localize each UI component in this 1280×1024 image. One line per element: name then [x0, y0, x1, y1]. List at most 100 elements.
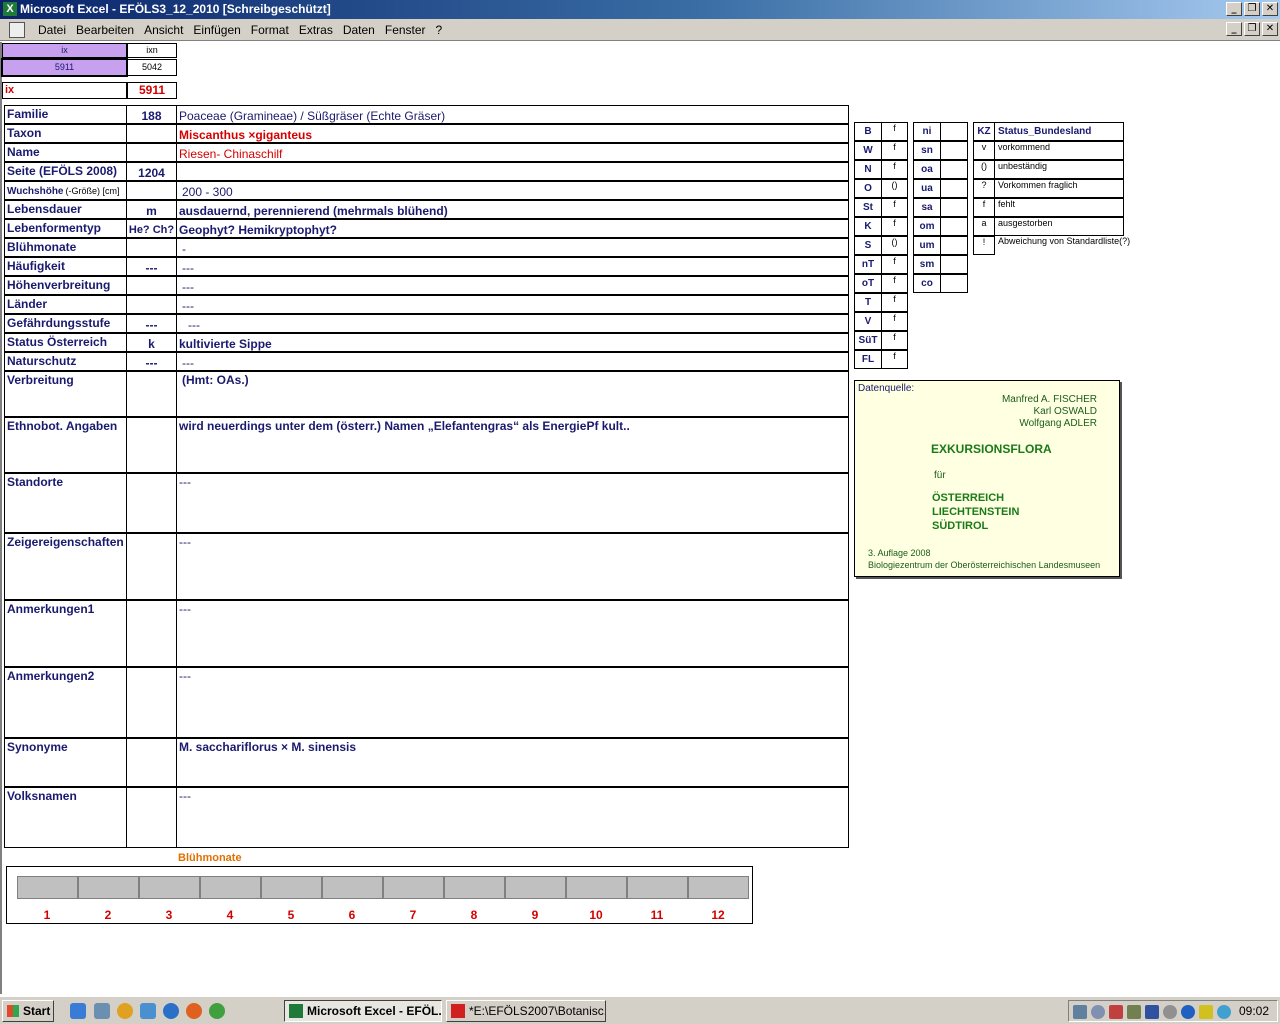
row-code[interactable]	[127, 667, 177, 738]
row-code[interactable]: 1204	[127, 162, 177, 181]
row-code[interactable]	[127, 276, 177, 295]
tray-search-icon[interactable]	[1091, 1005, 1105, 1019]
tray-app-icon[interactable]	[1109, 1005, 1123, 1019]
row-value[interactable]: ---	[177, 314, 849, 333]
row-value[interactable]: Riesen- Chinaschilf	[177, 143, 849, 162]
row-value[interactable]: 200 - 300	[177, 181, 849, 200]
region-status[interactable]: f	[881, 350, 908, 369]
region-status[interactable]: f	[881, 255, 908, 274]
taskbar-item-excel[interactable]: Microsoft Excel - EFÖL...	[284, 1000, 442, 1022]
row-code[interactable]: ---	[127, 314, 177, 333]
start-button[interactable]: Start	[2, 1000, 54, 1022]
region-status[interactable]: f	[881, 274, 908, 293]
workbook-close-button[interactable]: ✕	[1262, 22, 1278, 36]
region-status[interactable]	[940, 217, 968, 236]
menu-item-0[interactable]: Datei	[33, 23, 71, 37]
close-button[interactable]: ✕	[1262, 2, 1278, 16]
tray-info-icon[interactable]	[1181, 1005, 1195, 1019]
minimize-button[interactable]: _	[1226, 2, 1242, 16]
menu-item-6[interactable]: Daten	[338, 23, 380, 37]
tray-network-icon[interactable]	[1073, 1005, 1087, 1019]
quicklaunch-media-icon[interactable]	[117, 1003, 133, 1019]
maximize-button[interactable]: ❐	[1244, 2, 1260, 16]
region-status[interactable]: f	[881, 160, 908, 179]
row-value[interactable]: ---	[177, 295, 849, 314]
row-value[interactable]: ---	[177, 473, 849, 533]
row-value[interactable]: (Hmt: OAs.)	[177, 371, 849, 417]
row-value[interactable]: Geophyt? Hemikryptophyt?	[177, 219, 849, 238]
row-code[interactable]	[127, 238, 177, 257]
row-code[interactable]	[127, 295, 177, 314]
row-value[interactable]	[177, 162, 849, 181]
menu-item-7[interactable]: Fenster	[380, 23, 431, 37]
row-code[interactable]	[127, 124, 177, 143]
row-code[interactable]: k	[127, 333, 177, 352]
row-code[interactable]	[127, 787, 177, 848]
row-value[interactable]: Miscanthus ×giganteus	[177, 124, 849, 143]
menu-item-1[interactable]: Bearbeiten	[71, 23, 139, 37]
tray-shield-icon[interactable]	[1145, 1005, 1159, 1019]
region-status[interactable]: f	[881, 331, 908, 350]
menu-item-3[interactable]: Einfügen	[188, 23, 245, 37]
row-value[interactable]: -	[177, 238, 849, 257]
row-code[interactable]	[127, 533, 177, 600]
row-value[interactable]: ---	[177, 257, 849, 276]
region-status[interactable]: f	[881, 122, 908, 141]
menu-item-8[interactable]: ?	[431, 23, 448, 37]
row-value[interactable]: ---	[177, 667, 849, 738]
region-status[interactable]: f	[881, 312, 908, 331]
row-code[interactable]	[127, 417, 177, 473]
worksheet[interactable]: ix ixn 5911 5042 ix 5911 Familie 188 Poace…	[0, 42, 1280, 994]
row-code[interactable]: 188	[127, 105, 177, 124]
menu-item-4[interactable]: Format	[246, 23, 294, 37]
row-value[interactable]: ausdauernd, perennierend (mehrmals blühe…	[177, 200, 849, 219]
quicklaunch-desktop-icon[interactable]	[94, 1003, 110, 1019]
region-status[interactable]: f	[881, 198, 908, 217]
row-value[interactable]: ---	[177, 352, 849, 371]
row-value[interactable]: ---	[177, 787, 849, 848]
tray-update-icon[interactable]	[1217, 1005, 1231, 1019]
row-value[interactable]: Poaceae (Gramineae) / Süßgräser (Echte G…	[177, 105, 849, 124]
region-status[interactable]	[940, 179, 968, 198]
row-code[interactable]: m	[127, 200, 177, 219]
tray-tool-icon[interactable]	[1127, 1005, 1141, 1019]
row-code[interactable]	[127, 371, 177, 417]
workbook-minimize-button[interactable]: _	[1226, 22, 1242, 36]
workbook-restore-button[interactable]: ❐	[1244, 22, 1260, 36]
row-code[interactable]: ---	[127, 257, 177, 276]
quicklaunch-browser-icon[interactable]	[163, 1003, 179, 1019]
row-code[interactable]	[127, 143, 177, 162]
ix-big-value[interactable]: 5911	[127, 82, 177, 99]
row-value[interactable]: kultivierte Sippe	[177, 333, 849, 352]
region-status[interactable]	[940, 255, 968, 274]
row-value[interactable]: ---	[177, 276, 849, 295]
region-status[interactable]	[940, 274, 968, 293]
region-status[interactable]	[940, 122, 968, 141]
region-status[interactable]: f	[881, 293, 908, 312]
region-status[interactable]	[940, 141, 968, 160]
row-value[interactable]: wird neuerdings unter dem (österr.) Name…	[177, 417, 849, 473]
row-code[interactable]	[127, 181, 177, 200]
region-status[interactable]: ()	[881, 236, 908, 255]
region-status[interactable]	[940, 236, 968, 255]
row-value[interactable]: ---	[177, 600, 849, 667]
quicklaunch-ie-icon[interactable]	[70, 1003, 86, 1019]
row-code[interactable]	[127, 738, 177, 787]
tray-settings-icon[interactable]	[1163, 1005, 1177, 1019]
row-code[interactable]	[127, 473, 177, 533]
ix-value-cell[interactable]: 5911	[1, 58, 128, 77]
region-status[interactable]	[940, 160, 968, 179]
region-status[interactable]: f	[881, 141, 908, 160]
region-status[interactable]: ()	[881, 179, 908, 198]
row-code[interactable]: ---	[127, 352, 177, 371]
ixn-value-cell[interactable]: 5042	[127, 59, 177, 76]
row-code[interactable]	[127, 600, 177, 667]
quicklaunch-chrome-icon[interactable]	[209, 1003, 225, 1019]
row-code[interactable]: He? Ch?	[127, 219, 177, 238]
row-value[interactable]: ---	[177, 533, 849, 600]
menu-item-5[interactable]: Extras	[294, 23, 338, 37]
tray-security-icon[interactable]	[1199, 1005, 1213, 1019]
menu-item-2[interactable]: Ansicht	[139, 23, 188, 37]
quicklaunch-firefox-icon[interactable]	[186, 1003, 202, 1019]
taskbar-item-editor[interactable]: *E:\EFÖLS2007\Botanisc...	[446, 1000, 606, 1022]
